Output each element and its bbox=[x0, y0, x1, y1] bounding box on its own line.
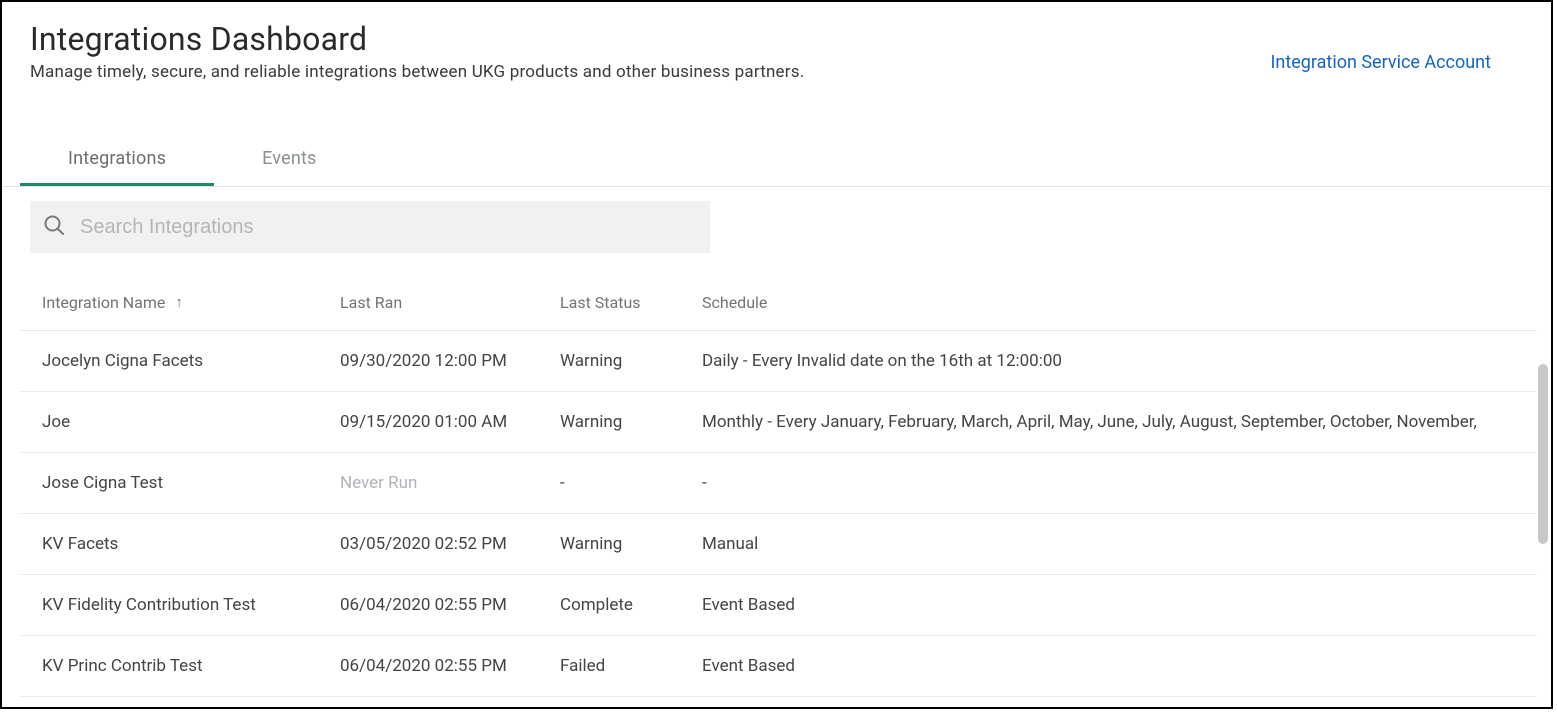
app-frame: Integrations Dashboard Manage timely, se… bbox=[0, 0, 1553, 709]
cell-integration-name: KV Princ Contrib Test bbox=[20, 636, 318, 697]
search-input[interactable] bbox=[66, 201, 698, 253]
col-header-last-ran[interactable]: Last Ran bbox=[318, 283, 538, 331]
table-row[interactable]: Joe09/15/2020 01:00 AMWarningMonthly - E… bbox=[20, 392, 1537, 453]
col-header-last-status[interactable]: Last Status bbox=[538, 283, 680, 331]
page-header: Integrations Dashboard Manage timely, se… bbox=[2, 2, 1551, 82]
cell-integration-name: Joe bbox=[20, 392, 318, 453]
tab-events[interactable]: Events bbox=[214, 134, 364, 186]
search-bar[interactable] bbox=[30, 201, 710, 253]
cell-last-status: Warning bbox=[538, 514, 680, 575]
col-header-schedule[interactable]: Schedule bbox=[680, 283, 1537, 331]
col-header-label: Integration Name bbox=[42, 293, 165, 312]
cell-schedule: Event Based bbox=[680, 636, 1537, 697]
search-icon bbox=[42, 213, 66, 241]
integrations-table: Integration Name ↑ Last Ran Last Status … bbox=[20, 283, 1537, 697]
cell-schedule: Daily - Every Invalid date on the 16th a… bbox=[680, 331, 1537, 392]
cell-last-ran: 03/05/2020 02:52 PM bbox=[318, 514, 538, 575]
integration-service-account-link[interactable]: Integration Service Account bbox=[1271, 52, 1491, 73]
table-row[interactable]: Jocelyn Cigna Facets09/30/2020 12:00 PMW… bbox=[20, 331, 1537, 392]
tab-integrations[interactable]: Integrations bbox=[20, 134, 214, 186]
cell-integration-name: Jose Cigna Test bbox=[20, 453, 318, 514]
cell-last-ran: 06/04/2020 02:55 PM bbox=[318, 636, 538, 697]
cell-last-ran: 09/30/2020 12:00 PM bbox=[318, 331, 538, 392]
sort-asc-icon: ↑ bbox=[175, 293, 183, 311]
cell-schedule: Manual bbox=[680, 514, 1537, 575]
cell-last-ran: Never Run bbox=[318, 453, 538, 514]
cell-integration-name: Jocelyn Cigna Facets bbox=[20, 331, 318, 392]
table-row[interactable]: KV Princ Contrib Test06/04/2020 02:55 PM… bbox=[20, 636, 1537, 697]
cell-last-status: Warning bbox=[538, 392, 680, 453]
col-header-integration-name[interactable]: Integration Name ↑ bbox=[20, 283, 318, 331]
table-row[interactable]: Jose Cigna TestNever Run-- bbox=[20, 453, 1537, 514]
cell-integration-name: KV Facets bbox=[20, 514, 318, 575]
scrollbar-thumb[interactable] bbox=[1538, 364, 1548, 544]
cell-last-status: Complete bbox=[538, 575, 680, 636]
cell-schedule: Monthly - Every January, February, March… bbox=[680, 392, 1537, 453]
table-row[interactable]: KV Fidelity Contribution Test06/04/2020 … bbox=[20, 575, 1537, 636]
cell-last-status: Warning bbox=[538, 331, 680, 392]
cell-schedule: - bbox=[680, 453, 1537, 514]
cell-last-status: - bbox=[538, 453, 680, 514]
table-row[interactable]: KV Facets03/05/2020 02:52 PMWarningManua… bbox=[20, 514, 1537, 575]
cell-integration-name: KV Fidelity Contribution Test bbox=[20, 575, 318, 636]
cell-last-status: Failed bbox=[538, 636, 680, 697]
tabs: Integrations Events bbox=[2, 134, 1551, 187]
cell-last-ran: 09/15/2020 01:00 AM bbox=[318, 392, 538, 453]
cell-schedule: Event Based bbox=[680, 575, 1537, 636]
cell-last-ran: 06/04/2020 02:55 PM bbox=[318, 575, 538, 636]
table-header-row: Integration Name ↑ Last Ran Last Status … bbox=[20, 283, 1537, 331]
